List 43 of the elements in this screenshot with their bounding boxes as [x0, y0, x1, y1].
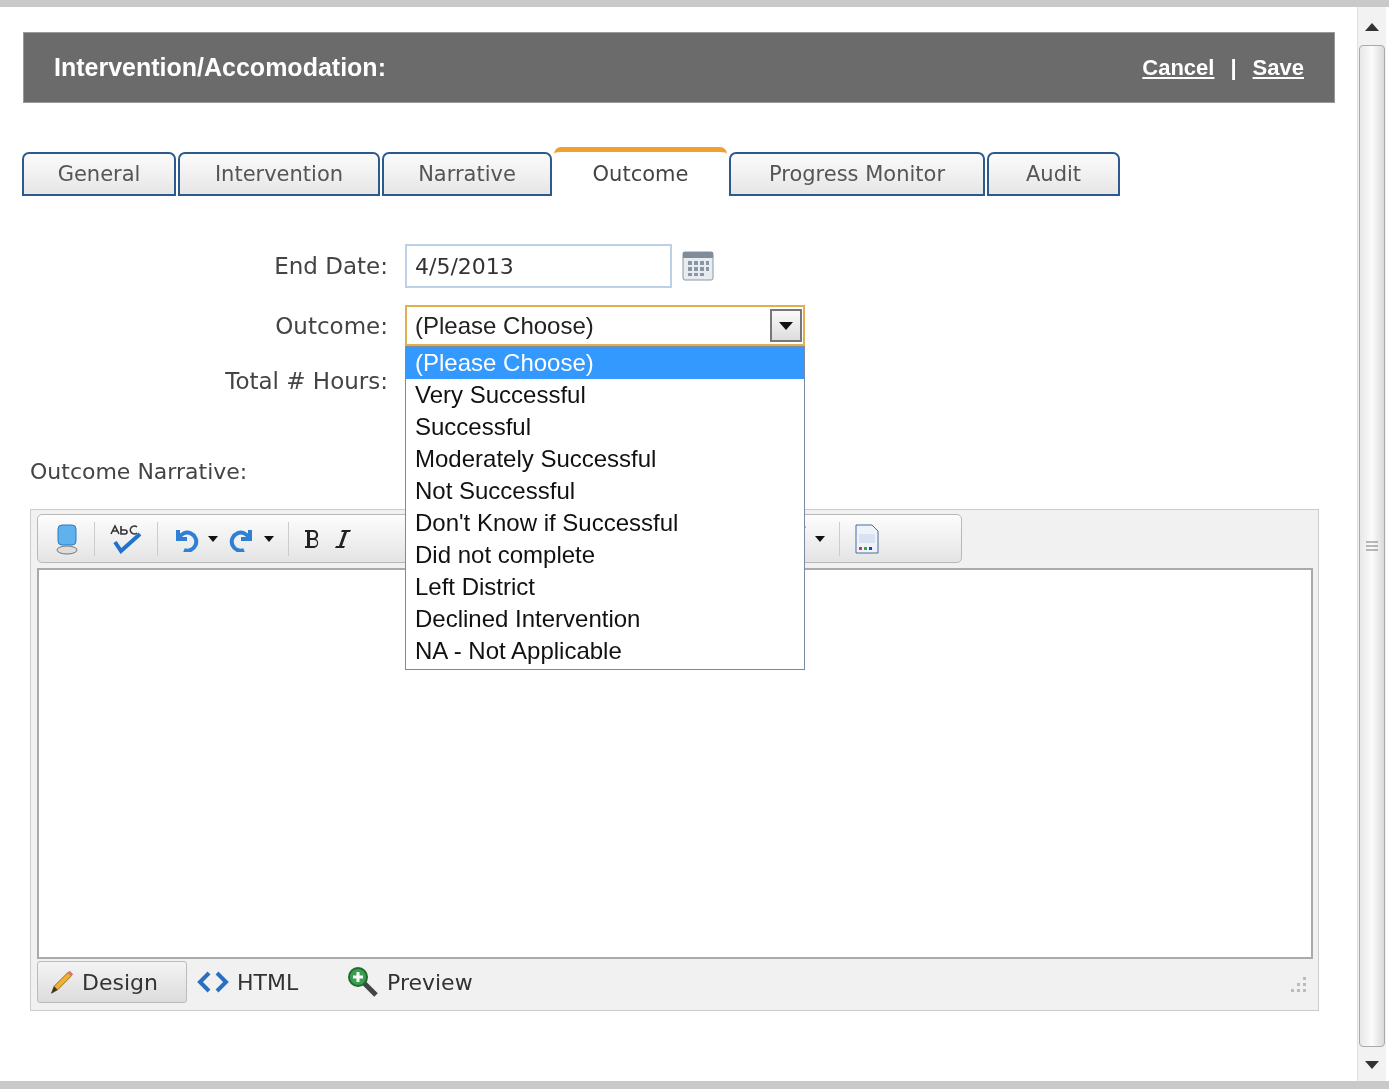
scroll-down-icon[interactable]: [1365, 1061, 1379, 1069]
document-icon[interactable]: [854, 523, 880, 554]
caret-icon[interactable]: [815, 535, 825, 542]
calendar-icon[interactable]: [682, 251, 714, 281]
dropdown-option[interactable]: Declined Intervention: [406, 603, 804, 635]
zoom-icon: [347, 966, 379, 998]
dropdown-option[interactable]: Don't Know if Successful: [406, 507, 804, 539]
mode-tab[interactable]: HTML: [187, 961, 337, 1003]
dropdown-option[interactable]: Did not complete: [406, 539, 804, 571]
dropdown-option[interactable]: Not Successful: [406, 475, 804, 507]
cancel-link[interactable]: Cancel: [1142, 54, 1215, 81]
scrollbar-thumb[interactable]: [1359, 45, 1385, 1047]
spellcheck-icon[interactable]: [109, 523, 143, 554]
caret-icon[interactable]: [264, 535, 274, 542]
scroll-up-icon[interactable]: [1365, 23, 1379, 31]
dropdown-option[interactable]: NA - Not Applicable: [406, 635, 804, 667]
code-icon: [197, 971, 229, 993]
vertical-scrollbar[interactable]: [1357, 7, 1386, 1081]
caret-icon: [779, 321, 793, 330]
tab[interactable]: General: [22, 152, 176, 196]
mode-tab[interactable]: Design: [37, 961, 187, 1003]
field-label: End Date:: [273, 253, 389, 279]
dialog-title: Intervention/Accomodation:: [54, 53, 386, 82]
field-label: Total # Hours:: [224, 368, 389, 394]
dropdown-option[interactable]: Very Successful: [406, 379, 804, 411]
field-label: Outcome:: [274, 312, 389, 341]
separator-text: |: [1230, 54, 1237, 81]
narrative-label: Outcome Narrative:: [30, 459, 248, 484]
user-icon[interactable]: [54, 522, 80, 555]
italic-icon[interactable]: [333, 527, 353, 550]
save-link[interactable]: Save: [1252, 54, 1304, 81]
grip-icon: [1366, 541, 1378, 551]
dropdown-option[interactable]: Successful: [406, 411, 804, 443]
caret-icon[interactable]: [208, 535, 218, 542]
tab[interactable]: Progress Monitor: [729, 152, 985, 196]
date-field[interactable]: 4/5/2013: [405, 244, 672, 288]
tab[interactable]: Narrative: [382, 152, 552, 196]
tab[interactable]: Audit: [987, 152, 1120, 196]
outcome-dropdown[interactable]: (Please Choose): [405, 305, 805, 346]
tab[interactable]: Intervention: [178, 152, 380, 196]
mode-tab[interactable]: Preview: [337, 961, 501, 1003]
dropdown-option[interactable]: Left District: [406, 571, 804, 603]
dropdown-option[interactable]: Moderately Successful: [406, 443, 804, 475]
